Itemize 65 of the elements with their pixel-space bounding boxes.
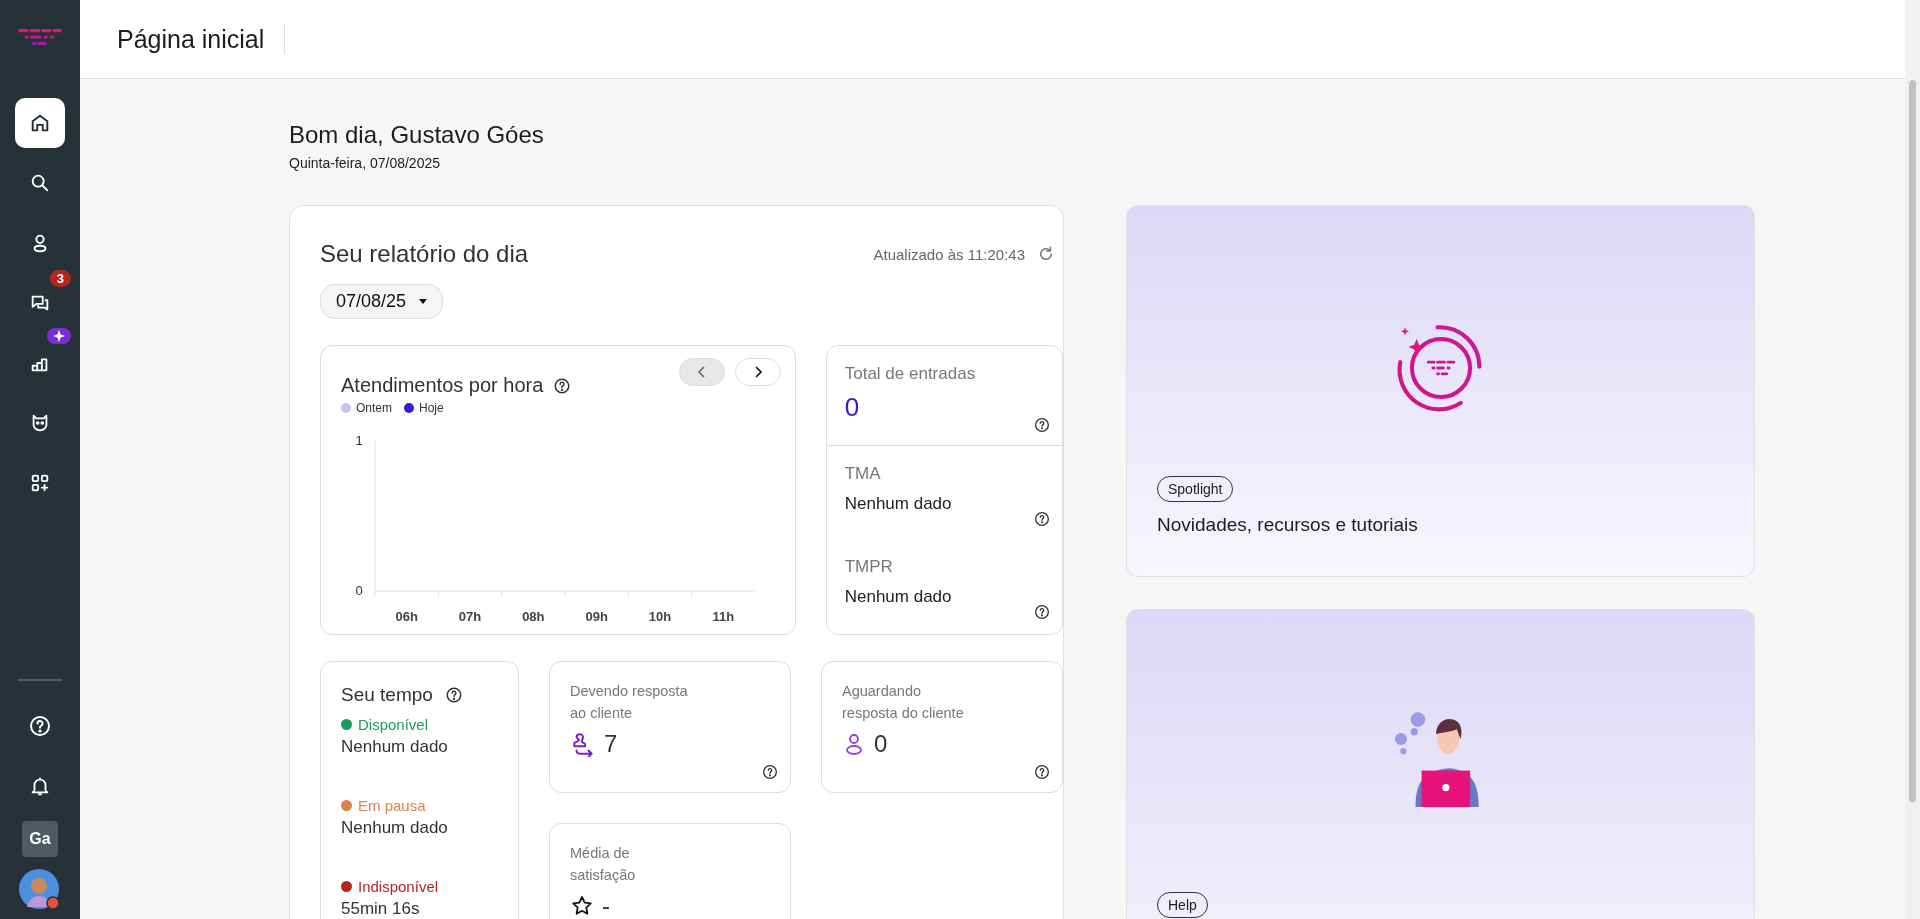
x-tick-label: 09h [585,609,608,621]
promo-card[interactable]: Help [1126,609,1755,919]
counter-value: - [602,892,610,919]
counter-value: 7 [604,730,618,758]
counter-label: Média de satisfação [570,844,637,885]
chart-title: Atendimentos por hora [341,374,544,397]
stat-value: Nenhum dado [844,587,953,607]
logo-icon [17,28,63,46]
home-icon [29,112,51,134]
stat-value: Nenhum dado [844,494,953,514]
notification-badge: 3 [49,270,71,287]
x-tick-label: 07h [458,609,482,621]
status-label: Em pausa [358,797,426,814]
greeting: Bom dia, Gustavo Góes [289,121,545,149]
legend-label: Hoje [419,401,444,415]
x-tick-label: 06h [395,609,418,621]
report-title: Seu relatório do dia [320,240,530,268]
stat-value: 0 [844,392,861,423]
status-label: Indisponível [358,878,439,895]
scrollbar[interactable] [1905,0,1920,919]
time-title: Seu tempo [341,684,433,706]
y-tick-label: 0 [355,583,363,598]
refresh-icon[interactable] [1037,245,1055,263]
x-tick-label: 10h [648,609,672,621]
updated-time: Atualizado às 11:20:43 [873,245,1025,263]
x-tick-label: 08h [522,609,545,621]
y-tick-label: 1 [355,433,363,448]
status-value: Nenhum dado [341,818,449,838]
x-tick-label: 11h [712,609,735,621]
status-label: Disponível [358,716,429,733]
counter-label: Devendo resposta ao cliente [570,682,689,723]
help-icon [28,714,52,738]
star-icon [570,894,594,918]
page-title: Página inicial [117,24,265,54]
stat-label: TMA [844,464,882,484]
greeting-date: Quinta-feira, 07/08/2025 [289,155,441,171]
counter-label: Aguardando resposta do cliente [842,682,965,723]
status-value: 55min 16s [341,899,421,919]
status-value: Nenhum dado [341,737,449,757]
bell-icon [29,775,51,797]
counter-value: 0 [874,730,888,758]
date-dropdown[interactable]: 07/08/25 [320,284,444,319]
previous-button[interactable] [678,358,725,386]
nav-item[interactable] [15,98,65,148]
promo-card[interactable]: Spotlight Novidades, recursos e tutoriais [1126,205,1755,577]
chevron-left-icon [695,366,708,378]
apps-icon [29,472,51,494]
help-icon[interactable] [1034,417,1050,433]
search-icon [29,172,51,194]
help-icon[interactable] [444,686,463,704]
stat-label: TMPR [844,557,894,577]
help-icon[interactable] [1034,511,1050,527]
promo-text: Novidades, recursos e tutoriais [1157,514,1418,536]
sparkle-icon [47,328,71,344]
help-icon[interactable] [1034,604,1050,620]
caret-icon [418,298,429,305]
help-icon[interactable] [1034,764,1050,780]
next-button[interactable] [734,358,781,386]
stat-label: Total de entradas [844,364,977,384]
help-icon[interactable] [762,764,778,780]
help-icon[interactable] [553,376,572,395]
legend-label: Ontem [356,401,392,415]
user-avatar[interactable] [19,869,61,911]
person-arrow-icon [570,731,596,757]
account-initials[interactable]: Ga [22,821,58,857]
